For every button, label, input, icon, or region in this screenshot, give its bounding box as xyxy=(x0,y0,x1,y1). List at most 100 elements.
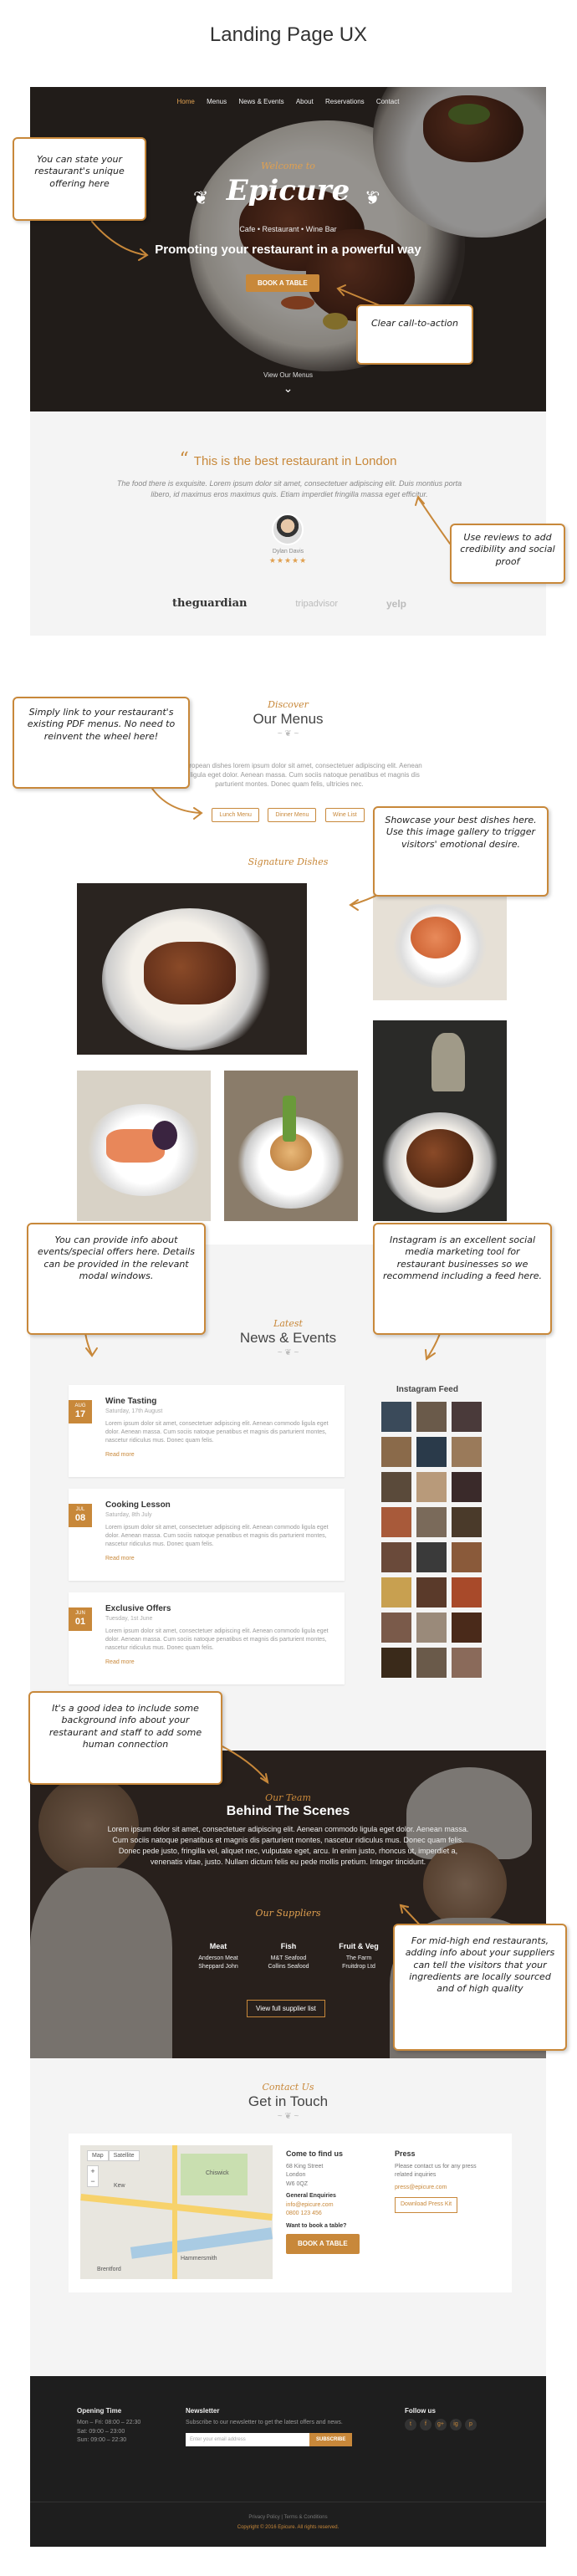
instagram-photo[interactable] xyxy=(416,1648,447,1678)
news-card-cooking-lesson[interactable]: JUL 08 Cooking Lesson Saturday, 8th July … xyxy=(69,1489,345,1581)
google-plus-icon[interactable]: g+ xyxy=(435,2419,447,2430)
map-type-tabs: Map Satellite xyxy=(87,2150,140,2161)
instagram-grid xyxy=(381,1402,482,1678)
instagram-photo[interactable] xyxy=(416,1542,447,1572)
instagram-photo[interactable] xyxy=(381,1648,411,1678)
instagram-photo[interactable] xyxy=(381,1472,411,1502)
chevron-down-icon[interactable]: ⌄ xyxy=(30,381,546,396)
menus-text: Modern European dishes lorem ipsum dolor… xyxy=(156,762,422,789)
pinterest-icon[interactable]: p xyxy=(465,2419,477,2430)
instagram-photo[interactable] xyxy=(416,1577,447,1607)
satellite-tab[interactable]: Satellite xyxy=(108,2150,140,2161)
instagram-photo[interactable] xyxy=(416,1472,447,1502)
phone-link[interactable]: 0800 123 456 xyxy=(286,2210,386,2219)
supplier-list-button[interactable]: View full supplier list xyxy=(247,2000,325,2017)
nav-contact[interactable]: Contact xyxy=(376,98,400,105)
behind-text: Lorem ipsum dolor sit amet, consectetuer… xyxy=(107,1825,469,1867)
instagram-photo[interactable] xyxy=(381,1402,411,1432)
yelp-logo: yelp xyxy=(386,597,406,610)
dish-photo-lamb[interactable] xyxy=(373,1020,507,1221)
hours-title: Opening Time xyxy=(77,2407,122,2415)
instagram-photo[interactable] xyxy=(452,1648,482,1678)
instagram-photo[interactable] xyxy=(381,1577,411,1607)
landing-page-ux-sheet: Landing Page UX Home Menus News & Events… xyxy=(0,0,577,2576)
news-card-exclusive-offers[interactable]: JUN 01 Exclusive Offers Tuesday, 1st June… xyxy=(69,1592,345,1684)
find-us-block: Come to find us 68 King Street London W6… xyxy=(286,2149,386,2254)
press-logos: theguardian tripadvisor yelp xyxy=(172,597,406,610)
instagram-photo[interactable] xyxy=(452,1402,482,1432)
instagram-photo[interactable] xyxy=(381,1507,411,1537)
document-title: Landing Page UX xyxy=(209,23,368,46)
twitter-icon[interactable]: t xyxy=(405,2419,416,2430)
map-label: Hammersmith xyxy=(181,2256,217,2262)
instagram-photo[interactable] xyxy=(381,1613,411,1643)
email-link[interactable]: info@epicure.com xyxy=(286,2201,386,2211)
callout-reviews: Use reviews to add credibility and socia… xyxy=(450,524,565,584)
callout-unique-offering: You can state your restaurant's unique o… xyxy=(13,137,146,221)
instagram-photo[interactable] xyxy=(452,1472,482,1502)
tripadvisor-logo: tripadvisor xyxy=(295,598,339,609)
press-block: Press Please contact us for any press re… xyxy=(395,2149,495,2213)
read-more-link[interactable]: Read more xyxy=(105,1556,135,1561)
news-card-wine-tasting[interactable]: AUG 17 Wine Tasting Saturday, 17th August… xyxy=(69,1385,345,1477)
news-item-title: Wine Tasting xyxy=(105,1397,157,1406)
contact-book-button[interactable]: BOOK A TABLE xyxy=(286,2234,360,2254)
instagram-photo[interactable] xyxy=(452,1613,482,1643)
instagram-photo[interactable] xyxy=(452,1437,482,1467)
nav-menus[interactable]: Menus xyxy=(207,98,227,105)
press-kit-button[interactable]: Download Press Kit xyxy=(395,2197,458,2213)
instagram-icon[interactable]: ig xyxy=(450,2419,462,2430)
zoom-controls[interactable]: + − xyxy=(87,2165,99,2187)
instagram-photo[interactable] xyxy=(416,1402,447,1432)
map-tab[interactable]: Map xyxy=(87,2150,109,2161)
hours-line: Sun: 09:00 – 22:30 xyxy=(77,2437,127,2443)
callout-pdf-menus: Simply link to your restaurant's existin… xyxy=(13,697,190,789)
news-item-date: Saturday, 17th August xyxy=(105,1408,163,1414)
quote-icon: “ xyxy=(179,449,189,470)
subscribe-button[interactable]: SUBSCRIBE xyxy=(309,2432,353,2446)
dinner-menu-button[interactable]: Dinner Menu xyxy=(268,808,317,822)
hours-line: Sat: 09:00 – 23:00 xyxy=(77,2428,125,2435)
instagram-photo[interactable] xyxy=(452,1542,482,1572)
newsletter-text: Subscribe to our newsletter to get the l… xyxy=(186,2420,343,2425)
instagram-photo[interactable] xyxy=(416,1437,447,1467)
news-item-title: Exclusive Offers xyxy=(105,1604,171,1613)
read-more-link[interactable]: Read more xyxy=(105,1452,135,1458)
lunch-menu-button[interactable]: Lunch Menu xyxy=(212,808,259,822)
enquiries-title: General Enquiries xyxy=(286,2193,336,2199)
map-label: Brentford xyxy=(97,2267,121,2272)
dish-photo-salmon[interactable] xyxy=(77,1071,211,1221)
hero-tagline: Promoting your restaurant in a powerful … xyxy=(155,243,421,257)
press-email-link[interactable]: press@epicure.com xyxy=(395,2184,495,2193)
facebook-icon[interactable]: f xyxy=(420,2419,431,2430)
location-map[interactable]: Map Satellite + − Hammersmith Chiswick Br… xyxy=(80,2145,273,2279)
callout-showcase: Showcase your best dishes here. Use this… xyxy=(373,806,549,897)
supplier-fish: Fish M&T Seafood Collins Seafood xyxy=(268,1942,309,1970)
dish-photo-shrimp[interactable] xyxy=(373,883,507,1000)
view-menus-link[interactable]: View Our Menus xyxy=(30,371,546,379)
nav-home[interactable]: Home xyxy=(177,98,195,105)
book-table-button[interactable]: BOOK A TABLE xyxy=(246,274,319,292)
instagram-photo[interactable] xyxy=(416,1507,447,1537)
news-item-text: Lorem ipsum dolor sit amet, consectetuer… xyxy=(105,1421,329,1444)
read-more-link[interactable]: Read more xyxy=(105,1659,135,1665)
nav-about[interactable]: About xyxy=(296,98,314,105)
date-badge: AUG 17 xyxy=(69,1400,92,1423)
contact-section: Contact Us Get in Touch ~ ❦ ~ Map Satell… xyxy=(30,2058,546,2376)
newsletter: Newsletter Subscribe to our newsletter t… xyxy=(186,2406,386,2446)
instagram-photo[interactable] xyxy=(452,1577,482,1607)
callout-background: It's a good idea to include some backgro… xyxy=(28,1691,222,1785)
dish-photo-steak[interactable] xyxy=(77,883,307,1055)
instagram-photo[interactable] xyxy=(381,1542,411,1572)
wine-list-button[interactable]: Wine List xyxy=(324,808,365,822)
footer-links[interactable]: Privacy Policy | Terms & Conditions xyxy=(30,2515,546,2520)
nav-news-events[interactable]: News & Events xyxy=(238,98,283,105)
newsletter-title: Newsletter xyxy=(186,2407,220,2415)
instagram-photo[interactable] xyxy=(381,1437,411,1467)
dish-photo-starter[interactable] xyxy=(224,1071,358,1221)
instagram-photo[interactable] xyxy=(452,1507,482,1537)
map-label: Chiswick xyxy=(206,2170,229,2176)
nav-reservations[interactable]: Reservations xyxy=(325,98,365,105)
newsletter-email-input[interactable]: Enter your email address xyxy=(186,2432,309,2446)
instagram-photo[interactable] xyxy=(416,1613,447,1643)
